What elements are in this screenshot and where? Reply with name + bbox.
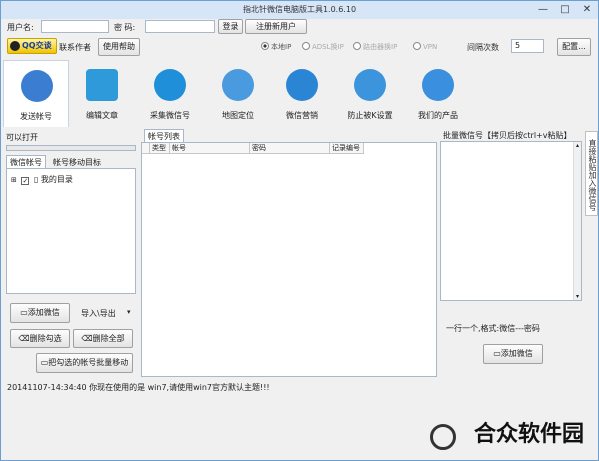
account-tree[interactable]: ⊞ ✓ ▯ 我的目录 [6, 168, 136, 294]
edit-document-icon [86, 69, 118, 101]
help-button[interactable]: 使用帮助 [98, 38, 140, 56]
minimize-icon[interactable]: — [532, 1, 554, 18]
batch-wechat-textarea[interactable]: ▴ ▾ [440, 141, 582, 301]
globe-icon [286, 69, 318, 101]
title-bar: 指北针微信电脑版工具1.0.6.10 — □ ✕ [1, 1, 598, 19]
tool-collect-wechat[interactable]: 采集微信号 [137, 60, 203, 124]
scroll-up-icon[interactable]: ▴ [574, 142, 581, 149]
interval-label: 间隔次数 [467, 43, 499, 52]
qq-chat-button[interactable]: QQ交谈 [7, 38, 57, 54]
radio-dot-icon [261, 42, 269, 50]
tab-account-list[interactable]: 帐号列表 [144, 129, 184, 143]
config-button[interactable]: 配置... [557, 38, 591, 56]
password-input[interactable] [145, 20, 215, 33]
qq-penguin-icon [10, 41, 20, 51]
left-pane: 可以打开 微信帐号 帐号移动目标 ⊞ ✓ ▯ 我的目录 ▭添加微信 导入\导出 … [3, 127, 138, 377]
watermark-text: 合众软件园 [473, 422, 584, 447]
watermark-logo-icon [430, 424, 456, 450]
users-icon [21, 70, 53, 102]
gears-icon [354, 69, 386, 101]
username-input[interactable] [41, 20, 109, 33]
pushpin-icon [222, 69, 254, 101]
radio-dot-icon [353, 42, 361, 50]
tab-paste-wechat[interactable]: 直接粘贴加入微信号 [585, 131, 598, 216]
login-row: 用户名: 密 码: 登录 注册新用户 [1, 19, 598, 36]
tool-map-location[interactable]: 地图定位 [205, 60, 271, 124]
tool-our-products[interactable]: 我们的产品 [405, 60, 471, 124]
login-button[interactable]: 登录 [218, 19, 243, 34]
delete-all-button[interactable]: ⌫删除全部 [73, 329, 133, 348]
batch-move-button[interactable]: ▭把勾选的帐号批量移动 [36, 353, 133, 373]
status-text: 20141107-14:34:40 你现在使用的是 win7,请使用win7官方… [7, 383, 270, 392]
tab-move-target[interactable]: 帐号移动目标 [53, 157, 101, 168]
radio-router[interactable]: 路由器换IP [353, 42, 397, 52]
add-wechat-batch-button[interactable]: ▭添加微信 [483, 344, 543, 364]
register-button[interactable]: 注册新用户 [245, 19, 307, 34]
eraser-icon: ⌫ [81, 334, 93, 343]
expand-icon[interactable]: ⊞ [11, 176, 17, 184]
add-wechat-button[interactable]: ▭添加微信 [10, 303, 70, 323]
qq-chat-label: QQ交谈 [22, 41, 52, 50]
add-icon: ▭ [493, 349, 501, 358]
tool-wechat-marketing[interactable]: 微信营销 [269, 60, 335, 124]
contact-author-link[interactable]: 联系作者 [59, 42, 91, 53]
grid-corner [142, 143, 150, 154]
column-header-record-no[interactable]: 记录编号 [330, 143, 364, 154]
interval-stepper[interactable]: 5 [511, 39, 544, 53]
delete-checked-button[interactable]: ⌫删除勾选 [10, 329, 70, 348]
add-icon: ▭ [20, 308, 28, 317]
password-label: 密 码: [114, 23, 136, 32]
scroll-down-icon[interactable]: ▾ [574, 293, 581, 300]
middle-pane: 帐号列表 类型 帐号 密码 记录编号 [141, 127, 437, 377]
radio-vpn[interactable]: VPN [413, 42, 437, 51]
tree-item-my-directory[interactable]: ⊞ ✓ ▯ 我的目录 [11, 174, 73, 185]
checkbox-icon[interactable]: ✓ [21, 177, 30, 185]
status-bar: 20141107-14:34:40 你现在使用的是 win7,请使用win7官方… [1, 378, 598, 396]
folder-icon: ▯ [33, 175, 39, 184]
column-header-password[interactable]: 密码 [250, 143, 330, 154]
shuffle-icon [154, 69, 186, 101]
dropdown-arrow-icon[interactable]: ▾ [127, 308, 131, 316]
tool-anti-ban-settings[interactable]: 防止被K设置 [337, 60, 403, 124]
column-header-account[interactable]: 帐号 [170, 143, 250, 154]
radio-adsl[interactable]: ADSL换IP [302, 42, 344, 52]
account-grid[interactable]: 类型 帐号 密码 记录编号 [141, 142, 437, 377]
options-row: QQ交谈 联系作者 使用帮助 本地IP ADSL换IP 路由器换IP VPN 间… [1, 36, 598, 58]
radio-local-ip[interactable]: 本地IP [261, 42, 291, 52]
column-header-type[interactable]: 类型 [150, 143, 170, 154]
right-pane: 批量微信号【拷贝后按ctrl+v粘贴】 ▴ ▾ 一行一个,格式:微信---密码 … [440, 127, 583, 377]
interval-value: 5 [515, 41, 521, 50]
radio-dot-icon [413, 42, 421, 50]
close-icon[interactable]: ✕ [576, 1, 598, 18]
progress-bar [6, 145, 136, 151]
format-hint: 一行一个,格式:微信---密码 [446, 324, 540, 333]
can-open-label: 可以打开 [6, 133, 38, 142]
window-title: 指北针微信电脑版工具1.0.6.10 [242, 5, 357, 14]
vertical-scrollbar[interactable]: ▴ ▾ [573, 142, 581, 300]
star-icon [422, 69, 454, 101]
eraser-icon: ⌫ [18, 334, 30, 343]
tool-send-account[interactable]: 发送帐号 [3, 60, 69, 127]
radio-dot-icon [302, 42, 310, 50]
tab-wechat-accounts[interactable]: 微信帐号 [6, 155, 46, 169]
batch-wechat-header: 批量微信号【拷贝后按ctrl+v粘贴】 [443, 131, 572, 140]
tool-edit-article[interactable]: 编辑文章 [69, 60, 135, 124]
maximize-icon[interactable]: □ [554, 1, 576, 18]
import-export-button[interactable]: 导入\导出 [81, 308, 116, 319]
username-label: 用户名: [7, 23, 34, 32]
app-window: 指北针微信电脑版工具1.0.6.10 — □ ✕ 用户名: 密 码: 登录 注册… [0, 0, 599, 461]
main-toolbar: 发送帐号 编辑文章 采集微信号 地图定位 微信营销 防止被K设置 我们的产品 [1, 58, 598, 127]
